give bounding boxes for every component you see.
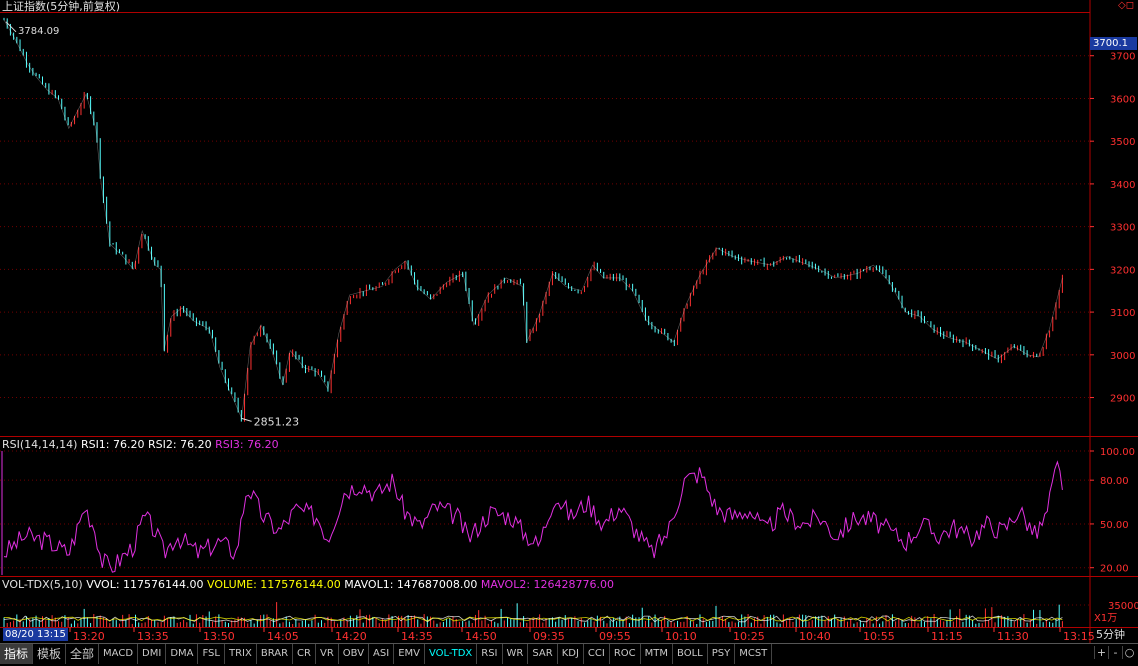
low-pointer — [241, 417, 252, 422]
tab-cr[interactable]: CR — [293, 644, 316, 664]
time-tick-label: 10:25 — [733, 630, 765, 643]
rsi-tick-label: 50.00 — [1100, 520, 1129, 531]
period-selector[interactable]: 5分钟 — [1096, 628, 1125, 641]
tab-mtm[interactable]: MTM — [641, 644, 674, 664]
tab-roc[interactable]: ROC — [610, 644, 641, 664]
tab-指标[interactable]: 指标 — [0, 644, 34, 664]
tab-sar[interactable]: SAR — [528, 644, 558, 664]
price-tick-label: 3400 — [1110, 180, 1135, 191]
tab-rsi[interactable]: RSI — [477, 644, 503, 664]
volume-tick-label: 35000 — [1108, 601, 1138, 612]
time-tick-label: 13:35 — [137, 630, 169, 643]
price-tick-label: 3000 — [1110, 351, 1135, 362]
price-tick-label: 3700 — [1110, 52, 1135, 63]
time-tick-label: 10:10 — [665, 630, 697, 643]
rsi-tick-label: 100.00 — [1100, 447, 1135, 458]
rsi-tick-label: 20.00 — [1100, 564, 1129, 575]
current-time-marker: 08/20 13:15 — [3, 628, 68, 641]
tab-emv[interactable]: EMV — [394, 644, 425, 664]
volume-indicator-label[interactable]: VOL-TDX(5,10) — [2, 578, 83, 591]
rsi3-value: RSI3: 76.20 — [215, 438, 279, 451]
price-line — [3, 19, 1063, 420]
time-tick-label: 13:15 — [1063, 630, 1095, 643]
high-label: 3784.09 — [18, 26, 59, 37]
time-tick-label: 14:05 — [267, 630, 299, 643]
chart-canvas: 3700 3600 3500 3400 3300 3200 3100 3000 2900 3784… — [0, 0, 1138, 643]
tab-macd[interactable]: MACD — [99, 644, 139, 664]
tab-cci[interactable]: CCI — [584, 644, 610, 664]
tab-fsl[interactable]: FSL — [198, 644, 225, 664]
tab-obv[interactable]: OBV — [339, 644, 370, 664]
tab-wr[interactable]: WR — [503, 644, 529, 664]
time-tick-label: 09:55 — [599, 630, 631, 643]
price-tick-label: 2900 — [1110, 394, 1135, 405]
rsi-tick-label: 80.00 — [1100, 476, 1129, 487]
indicator-tab-bar: 指标 模板 全部 MACD DMI DMA FSL TRIX BRAR CR VR OBV ASI EMV… — [0, 643, 1138, 666]
time-tick-label: 10:55 — [863, 630, 895, 643]
low-label: 2851.23 — [254, 415, 300, 428]
volume-value: VOLUME: 117576144.00 — [207, 578, 341, 591]
time-tick-label: 13:50 — [203, 630, 235, 643]
tab-boll[interactable]: BOLL — [673, 644, 708, 664]
time-tick-label: 09:35 — [533, 630, 565, 643]
tab-asi[interactable]: ASI — [369, 644, 395, 664]
rsi2-value: RSI2: 76.20 — [148, 438, 212, 451]
time-tick-label: 14:20 — [335, 630, 367, 643]
time-tick-label: 14:50 — [465, 630, 497, 643]
rsi-line — [3, 460, 1063, 573]
tab-trix[interactable]: TRIX — [225, 644, 257, 664]
time-tick-label: 11:15 — [931, 630, 963, 643]
tab-dma[interactable]: DMA — [166, 644, 199, 664]
time-tick-label: 14:35 — [401, 630, 433, 643]
tab-mcst[interactable]: MCST — [735, 644, 773, 664]
current-price-marker: 3700.1 — [1090, 37, 1137, 50]
time-tick-label: 11:30 — [997, 630, 1029, 643]
mavol1-value: MAVOL1: 147687008.00 — [344, 578, 478, 591]
zoom-in-button[interactable]: + — [1094, 646, 1108, 659]
zoom-controls: + - ○ — [1094, 646, 1136, 659]
rsi-legend: RSI(14,14,14) RSI1: 76.20 RSI2: 76.20 RS… — [2, 438, 279, 451]
tab-vol-tdx[interactable]: VOL-TDX — [425, 644, 478, 664]
price-tick-label: 3200 — [1110, 265, 1135, 276]
rsi-indicator-label[interactable]: RSI(14,14,14) — [2, 438, 77, 451]
vvol-value: VVOL: 117576144.00 — [86, 578, 204, 591]
price-tick-label: 3600 — [1110, 94, 1135, 105]
tab-dmi[interactable]: DMI — [138, 644, 167, 664]
zoom-out-button[interactable]: - — [1108, 646, 1122, 659]
tab-模板[interactable]: 模板 — [33, 644, 67, 664]
tab-vr[interactable]: VR — [316, 644, 339, 664]
price-tick-label: 3100 — [1110, 308, 1135, 319]
rsi1-value: RSI1: 76.20 — [80, 438, 145, 451]
mavol2-value: MAVOL2: 126428776.00 — [480, 578, 615, 591]
tab-全部[interactable]: 全部 — [66, 644, 100, 664]
time-tick-label: 13:20 — [73, 630, 105, 643]
volume-legend: VOL-TDX(5,10) VVOL: 117576144.00 VOLUME:… — [2, 578, 614, 591]
price-tick-label: 3500 — [1110, 137, 1135, 148]
price-tick-label: 3300 — [1110, 223, 1135, 234]
reset-button[interactable]: ○ — [1122, 646, 1136, 659]
volume-unit-label: X1万 — [1094, 613, 1117, 624]
window-control-icons[interactable]: ◇◻ — [1118, 0, 1134, 11]
tab-psy[interactable]: PSY — [708, 644, 736, 664]
tab-kdj[interactable]: KDJ — [558, 644, 584, 664]
chart-title: 上证指数(5分钟,前复权) — [2, 0, 121, 13]
time-tick-label: 10:40 — [799, 630, 831, 643]
tab-brar[interactable]: BRAR — [257, 644, 294, 664]
